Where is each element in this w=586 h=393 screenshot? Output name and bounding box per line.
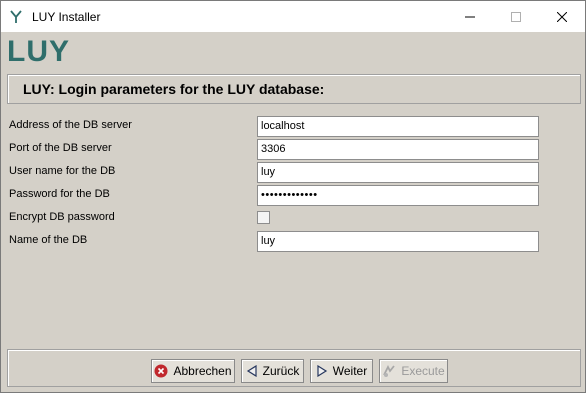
form-row-db-address: Address of the DB server localhost: [9, 116, 539, 137]
page-title: LUY: Login parameters for the LUY databa…: [23, 81, 325, 97]
maximize-icon[interactable]: [493, 1, 539, 32]
db-address-label: Address of the DB server: [9, 119, 132, 131]
header-panel: LUY: Login parameters for the LUY databa…: [7, 74, 581, 104]
form-row-db-user: User name for the DB luy: [9, 162, 539, 183]
logo-area: LUY: [1, 32, 585, 70]
encrypt-password-label: Encrypt DB password: [9, 211, 115, 223]
execute-icon: [382, 364, 396, 378]
db-name-input[interactable]: luy: [257, 231, 539, 252]
db-user-label: User name for the DB: [9, 165, 116, 177]
db-password-label: Password for the DB: [9, 188, 110, 200]
window-footer: [1, 388, 585, 392]
db-password-input[interactable]: •••••••••••••: [257, 185, 539, 206]
cancel-button-label: Abbrechen: [173, 364, 232, 378]
db-name-label: Name of the DB: [9, 234, 88, 246]
db-user-input[interactable]: luy: [257, 162, 539, 183]
app-icon: [8, 9, 24, 25]
window-title: LUY Installer: [32, 9, 101, 24]
installer-window: LUY Installer LUY LUY: Login parameters …: [0, 0, 586, 393]
next-button-label: Weiter: [332, 364, 368, 378]
form-row-db-password: Password for the DB •••••••••••••: [9, 185, 539, 206]
db-port-label: Port of the DB server: [9, 142, 112, 154]
db-port-input[interactable]: 3306: [257, 139, 539, 160]
encrypt-password-checkbox[interactable]: [257, 211, 270, 224]
execute-button[interactable]: Execute: [379, 359, 448, 383]
back-button-label: Zurück: [262, 364, 300, 378]
form-row-db-name: Name of the DB luy: [9, 231, 539, 252]
execute-button-label: Execute: [401, 364, 445, 378]
luy-logo: LUY: [7, 36, 70, 64]
button-bar: Abbrechen Zurück Weiter Execute: [7, 349, 581, 387]
close-icon[interactable]: [539, 1, 585, 32]
cancel-button[interactable]: Abbrechen: [151, 359, 235, 383]
svg-text:LUY: LUY: [7, 36, 70, 64]
form-row-db-port: Port of the DB server 3306: [9, 139, 539, 160]
arrow-left-icon: [246, 365, 258, 377]
cancel-icon: [154, 364, 168, 378]
title-bar[interactable]: LUY Installer: [1, 1, 585, 32]
form-row-encrypt: Encrypt DB password: [9, 208, 539, 229]
db-address-input[interactable]: localhost: [257, 116, 539, 137]
next-button[interactable]: Weiter: [310, 359, 373, 383]
arrow-right-icon: [316, 365, 328, 377]
minimize-icon[interactable]: [447, 1, 493, 32]
back-button[interactable]: Zurück: [241, 359, 304, 383]
